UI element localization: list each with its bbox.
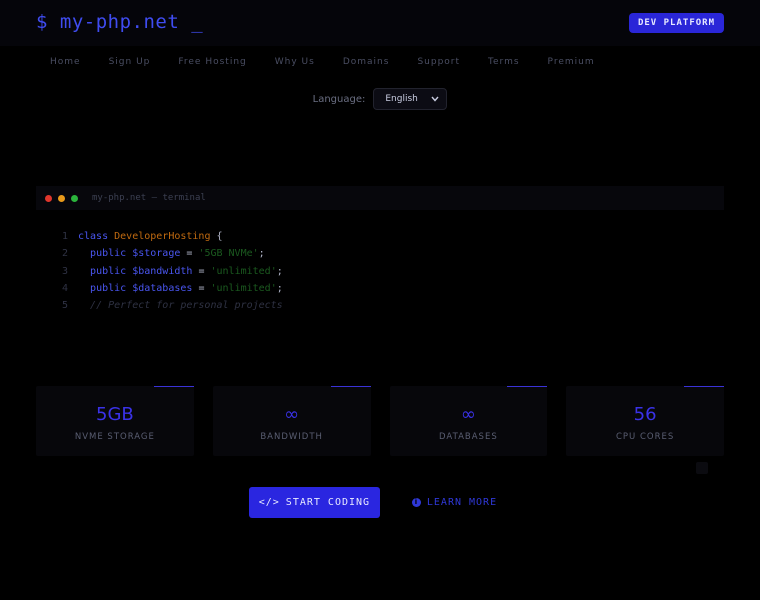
language-select[interactable]: English xyxy=(373,88,448,110)
stat-value: ∞ xyxy=(460,404,476,425)
language-selector: Language: English xyxy=(0,88,760,110)
stat-accent-line xyxy=(153,386,194,387)
code-line: 5 // Perfect for personal projects xyxy=(62,297,724,314)
site-header: $ my-php.net _ DEV PLATFORM xyxy=(0,0,760,46)
terminal-title: my-php.net — terminal xyxy=(92,193,206,203)
stat-accent-line xyxy=(684,386,724,387)
code-keyword: class xyxy=(78,231,109,242)
stat-card-bandwidth: ∞ BANDWIDTH xyxy=(212,386,371,456)
code-variable: $databases xyxy=(132,282,193,294)
code-variable: $bandwidth xyxy=(132,265,193,277)
stat-accent-line xyxy=(507,386,548,387)
code-comment: // Perfect for personal projects xyxy=(90,300,283,312)
code-icon: </> xyxy=(258,497,280,508)
code-variable: $storage xyxy=(132,248,181,260)
stat-label: NVME STORAGE xyxy=(74,432,155,442)
maximize-dot-icon xyxy=(71,194,78,202)
learn-more-button[interactable]: i LEARN MORE xyxy=(411,487,498,518)
stat-card-storage: 5GB NVME STORAGE xyxy=(36,386,194,456)
nav-support[interactable]: Support xyxy=(403,54,474,70)
start-coding-label: START CODING xyxy=(285,497,371,508)
code-string: 'unlimited' xyxy=(210,282,277,294)
nav-home[interactable]: Home xyxy=(36,54,95,70)
nav-sign-up[interactable]: Sign Up xyxy=(95,54,165,70)
close-dot-icon xyxy=(45,194,52,202)
line-number: 5 xyxy=(62,300,69,312)
nav-terms[interactable]: Terms xyxy=(474,54,534,70)
stat-card-cpu: 56 CPU CORES xyxy=(566,386,724,456)
code-string: '5GB NVMe' xyxy=(198,248,259,260)
stats-row: 5GB NVME STORAGE ∞ BANDWIDTH ∞ DATABASES… xyxy=(36,386,724,456)
scroll-top-button[interactable] xyxy=(696,462,708,474)
stat-accent-line xyxy=(330,386,371,387)
code-operator: = xyxy=(192,265,211,277)
code-line: 2 public $storage = '5GB NVMe'; xyxy=(62,245,724,262)
nav-why-us[interactable]: Why Us xyxy=(261,54,329,70)
cta-row: </> START CODING i LEARN MORE xyxy=(0,487,760,518)
code-class-name: DeveloperHosting xyxy=(114,231,211,242)
terminal-title-bar: my-php.net — terminal xyxy=(36,186,724,210)
stat-label: BANDWIDTH xyxy=(260,432,323,442)
line-number: 1 xyxy=(62,231,69,242)
line-number: 4 xyxy=(62,282,69,294)
code-line: 1 class DeveloperHosting { xyxy=(62,228,724,245)
stat-value: ∞ xyxy=(284,404,300,425)
nav-domains[interactable]: Domains xyxy=(329,54,404,70)
info-icon: i xyxy=(411,498,421,507)
stat-value: 5GB xyxy=(96,404,134,425)
chevron-down-icon xyxy=(431,96,439,102)
start-coding-button[interactable]: </> START CODING xyxy=(248,487,380,518)
main-nav: Home Sign Up Free Hosting Why Us Domains… xyxy=(36,54,726,70)
code-line: 3 public $bandwidth = 'unlimited'; xyxy=(62,263,724,280)
code-punct: ; xyxy=(276,265,283,277)
dev-platform-badge[interactable]: DEV PLATFORM xyxy=(628,13,724,33)
code-keyword: public xyxy=(90,265,127,277)
language-label: Language: xyxy=(312,93,366,105)
code-punct: ; xyxy=(258,248,265,260)
stat-label: CPU CORES xyxy=(615,432,675,442)
minimize-dot-icon xyxy=(58,194,65,202)
stat-card-databases: ∞ DATABASES xyxy=(389,386,548,456)
nav-premium[interactable]: Premium xyxy=(534,54,609,70)
code-string: 'unlimited' xyxy=(210,265,277,277)
line-number: 2 xyxy=(62,248,69,260)
code-operator: = xyxy=(192,282,211,294)
code-punct: { xyxy=(210,231,223,242)
line-number: 3 xyxy=(62,265,69,277)
site-logo[interactable]: $ my-php.net _ xyxy=(36,11,203,33)
learn-more-label: LEARN MORE xyxy=(426,497,498,508)
language-selected-value: English xyxy=(385,94,418,104)
code-punct: ; xyxy=(276,282,283,294)
code-block: 1 class DeveloperHosting { 2 public $stor… xyxy=(36,210,724,314)
stat-label: DATABASES xyxy=(439,432,498,442)
stat-value: 56 xyxy=(633,404,657,425)
code-terminal: my-php.net — terminal 1 class DeveloperHo… xyxy=(36,186,724,336)
code-keyword: public xyxy=(90,282,127,294)
code-operator: = xyxy=(180,248,199,260)
nav-free-hosting[interactable]: Free Hosting xyxy=(164,54,260,70)
code-line: 4 public $databases = 'unlimited'; xyxy=(62,280,724,297)
code-keyword: public xyxy=(90,248,127,260)
